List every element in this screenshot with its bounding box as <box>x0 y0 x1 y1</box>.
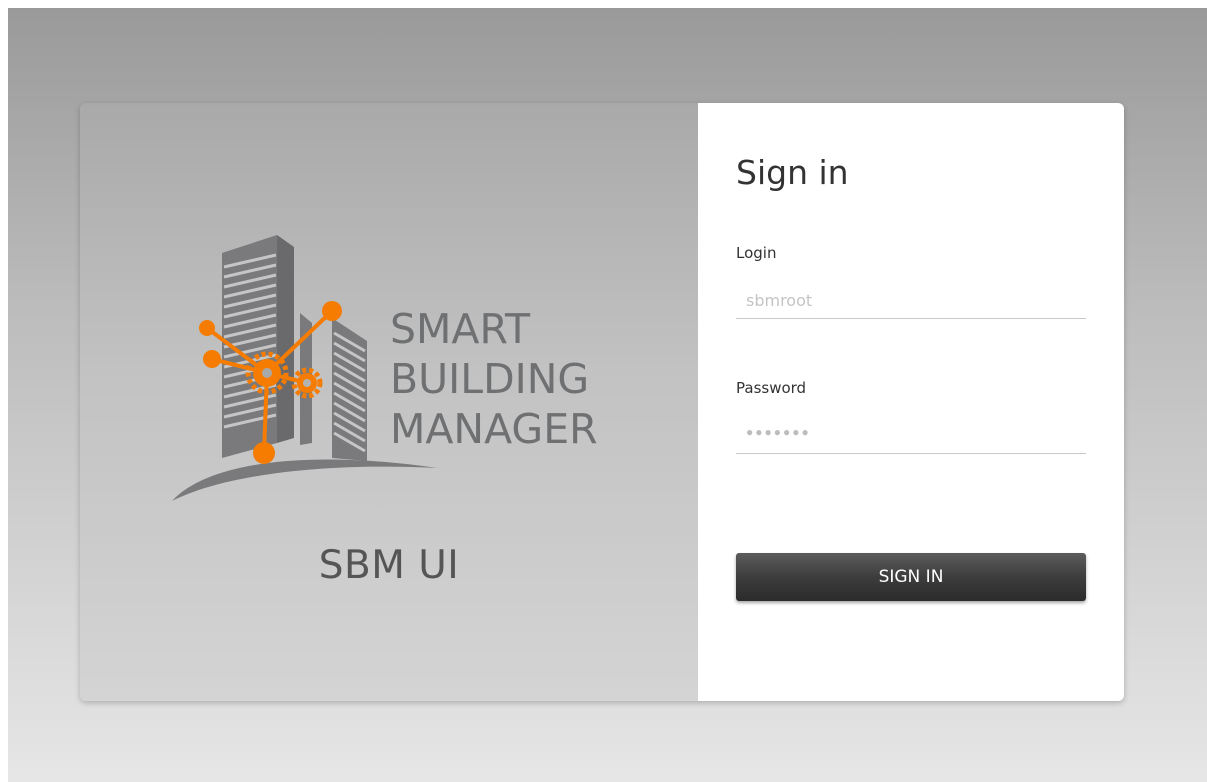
sign-in-form: Sign in Login Password ●●●●●●● SIGN IN <box>698 103 1124 701</box>
login-card: SMART BUILDING MANAGER SBM UI Sign in Lo… <box>80 103 1124 701</box>
login-input[interactable] <box>736 283 1086 319</box>
logo-text-smart: SMART <box>390 305 531 353</box>
login-screen: SMART BUILDING MANAGER SBM UI Sign in Lo… <box>8 8 1207 782</box>
sign-in-button[interactable]: SIGN IN <box>736 553 1086 601</box>
logo-text-building: BUILDING <box>390 355 589 403</box>
login-label: Login <box>736 244 777 262</box>
sign-in-title: Sign in <box>736 153 849 192</box>
password-label: Password <box>736 379 807 397</box>
brand-panel: SMART BUILDING MANAGER SBM UI <box>80 103 698 701</box>
smart-building-manager-logo: SMART BUILDING MANAGER <box>172 235 598 501</box>
logo-text-manager: MANAGER <box>390 405 598 453</box>
password-masked-value: ●●●●●●● <box>746 425 811 439</box>
product-name: SBM UI <box>318 543 460 588</box>
